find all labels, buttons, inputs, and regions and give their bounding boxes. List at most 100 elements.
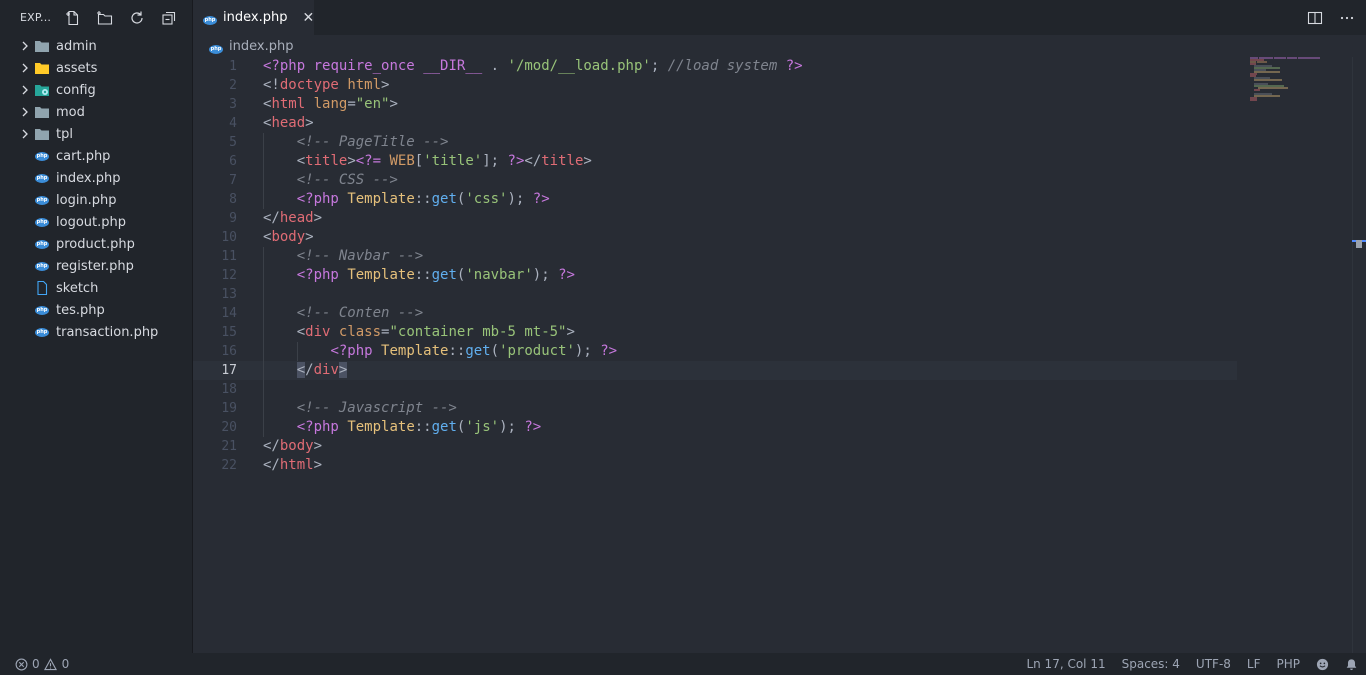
tree-item-mod[interactable]: mod — [0, 101, 192, 123]
editor-tabbar: php index.php ✕ — [193, 0, 1366, 35]
tree-item-product-php[interactable]: php product.php — [0, 233, 192, 255]
feedback-icon[interactable] — [1308, 658, 1337, 671]
minimap[interactable] — [1250, 57, 1330, 117]
collapse-all-icon[interactable] — [159, 8, 179, 28]
tree-item-transaction-php[interactable]: php transaction.php — [0, 321, 192, 343]
close-icon[interactable]: ✕ — [302, 10, 314, 26]
error-icon[interactable] — [14, 657, 28, 671]
code-line: <title><?= WEB['title']; ?></title> — [296, 153, 592, 169]
php-file-icon: php — [35, 261, 49, 271]
line-number: 2 — [229, 78, 237, 93]
tree-item-logout-php[interactable]: php logout.php — [0, 211, 192, 233]
php-file-icon: php — [35, 195, 49, 205]
php-file-icon: php — [203, 16, 217, 25]
indent-guide — [297, 342, 298, 361]
tree-item-register-php[interactable]: php register.php — [0, 255, 192, 277]
end-of-line[interactable]: LF — [1239, 657, 1269, 671]
tree-item-cart-php[interactable]: php cart.php — [0, 145, 192, 167]
code-line: <?php Template::get('css'); ?> — [296, 191, 550, 207]
code-line: <html lang="en"> — [263, 96, 398, 112]
code-line: <!-- Conten --> — [296, 305, 424, 321]
file-icon — [34, 280, 50, 296]
code-line: </html> — [263, 457, 323, 473]
php-file-icon: php — [35, 305, 49, 315]
tree-item-label: sketch — [56, 280, 99, 296]
chevron-right-icon — [16, 60, 34, 76]
new-file-icon[interactable] — [63, 8, 83, 28]
tree-item-sketch[interactable]: sketch — [0, 277, 192, 299]
code-line: <!-- Javascript --> — [296, 400, 457, 416]
folder-icon — [34, 126, 50, 142]
tree-item-label: logout.php — [56, 214, 126, 230]
php-file-icon: php — [35, 217, 49, 227]
explorer-sidebar: EXP... admin assets config mod tpl php c… — [0, 0, 193, 653]
line-number: 22 — [221, 458, 237, 473]
php-file-icon: php — [35, 151, 49, 161]
tree-item-tpl[interactable]: tpl — [0, 123, 192, 145]
tree-item-label: transaction.php — [56, 324, 159, 340]
indent-guide — [263, 133, 264, 209]
line-number: 5 — [229, 135, 237, 150]
line-number: 3 — [229, 97, 237, 112]
tree-item-admin[interactable]: admin — [0, 35, 192, 57]
status-bar: 0 0 Ln 17, Col 11 Spaces: 4 UTF-8 LF PHP — [0, 653, 1366, 675]
indentation[interactable]: Spaces: 4 — [1114, 657, 1188, 671]
line-number: 18 — [221, 382, 237, 397]
code-line: <!-- CSS --> — [296, 172, 398, 188]
encoding[interactable]: UTF-8 — [1188, 657, 1239, 671]
more-actions-icon[interactable] — [1338, 9, 1356, 27]
code-line: <body> — [263, 229, 314, 245]
tree-item-tes-php[interactable]: php tes.php — [0, 299, 192, 321]
line-number: 8 — [229, 192, 237, 207]
tree-item-label: register.php — [56, 258, 134, 274]
error-count[interactable]: 0 — [32, 657, 40, 671]
code-line: </body> — [263, 438, 323, 454]
code-editor[interactable]: 1 <?php require_once __DIR__ . '/mod/__lo… — [193, 57, 1366, 653]
tree-item-config[interactable]: config — [0, 79, 192, 101]
code-line: <?php Template::get('product'); ?> — [330, 343, 618, 359]
folder-icon — [34, 104, 50, 120]
line-number: 14 — [221, 306, 237, 321]
php-file-icon: php — [35, 173, 49, 183]
tree-item-label: tpl — [56, 126, 73, 142]
tree-item-login-php[interactable]: php login.php — [0, 189, 192, 211]
chevron-right-icon — [16, 38, 34, 54]
line-number: 17 — [221, 363, 237, 378]
tree-item-index-php[interactable]: php index.php — [0, 167, 192, 189]
scroll-thumb[interactable] — [1356, 240, 1362, 248]
line-number: 15 — [221, 325, 237, 340]
chevron-right-icon — [16, 82, 34, 98]
explorer-title: EXP... — [20, 11, 52, 24]
line-number: 1 — [229, 59, 237, 74]
tree-item-label: cart.php — [56, 148, 111, 164]
line-number: 13 — [221, 287, 237, 302]
warning-icon[interactable] — [44, 657, 58, 671]
tab-index-php[interactable]: php index.php ✕ — [193, 0, 314, 35]
tree-item-assets[interactable]: assets — [0, 57, 192, 79]
chevron-right-icon — [16, 104, 34, 120]
line-number: 7 — [229, 173, 237, 188]
tree-item-label: admin — [56, 38, 97, 54]
refresh-icon[interactable] — [127, 8, 147, 28]
indent-guide — [263, 247, 264, 437]
new-folder-icon[interactable] — [95, 8, 115, 28]
code-line: <?php Template::get('navbar'); ?> — [296, 267, 575, 283]
php-file-icon: php — [35, 327, 49, 337]
language-mode[interactable]: PHP — [1269, 657, 1309, 671]
cursor-position[interactable]: Ln 17, Col 11 — [1018, 657, 1113, 671]
split-editor-icon[interactable] — [1306, 9, 1324, 27]
file-tree: admin assets config mod tpl php cart.php — [0, 35, 192, 343]
tab-label: index.php — [223, 10, 288, 25]
code-line: <?php Template::get('js'); ?> — [296, 419, 542, 435]
breadcrumb-file[interactable]: index.php — [229, 39, 293, 54]
warning-count[interactable]: 0 — [62, 657, 70, 671]
php-file-icon: php — [35, 239, 49, 249]
line-number: 12 — [221, 268, 237, 283]
bell-icon[interactable] — [1337, 658, 1366, 671]
tree-item-label: assets — [56, 60, 98, 76]
vertical-scrollbar[interactable] — [1352, 57, 1366, 653]
code-line: <!-- PageTitle --> — [296, 134, 449, 150]
line-number: 20 — [221, 420, 237, 435]
chevron-right-icon — [16, 126, 34, 142]
current-line: 17 </div> — [193, 361, 1237, 380]
